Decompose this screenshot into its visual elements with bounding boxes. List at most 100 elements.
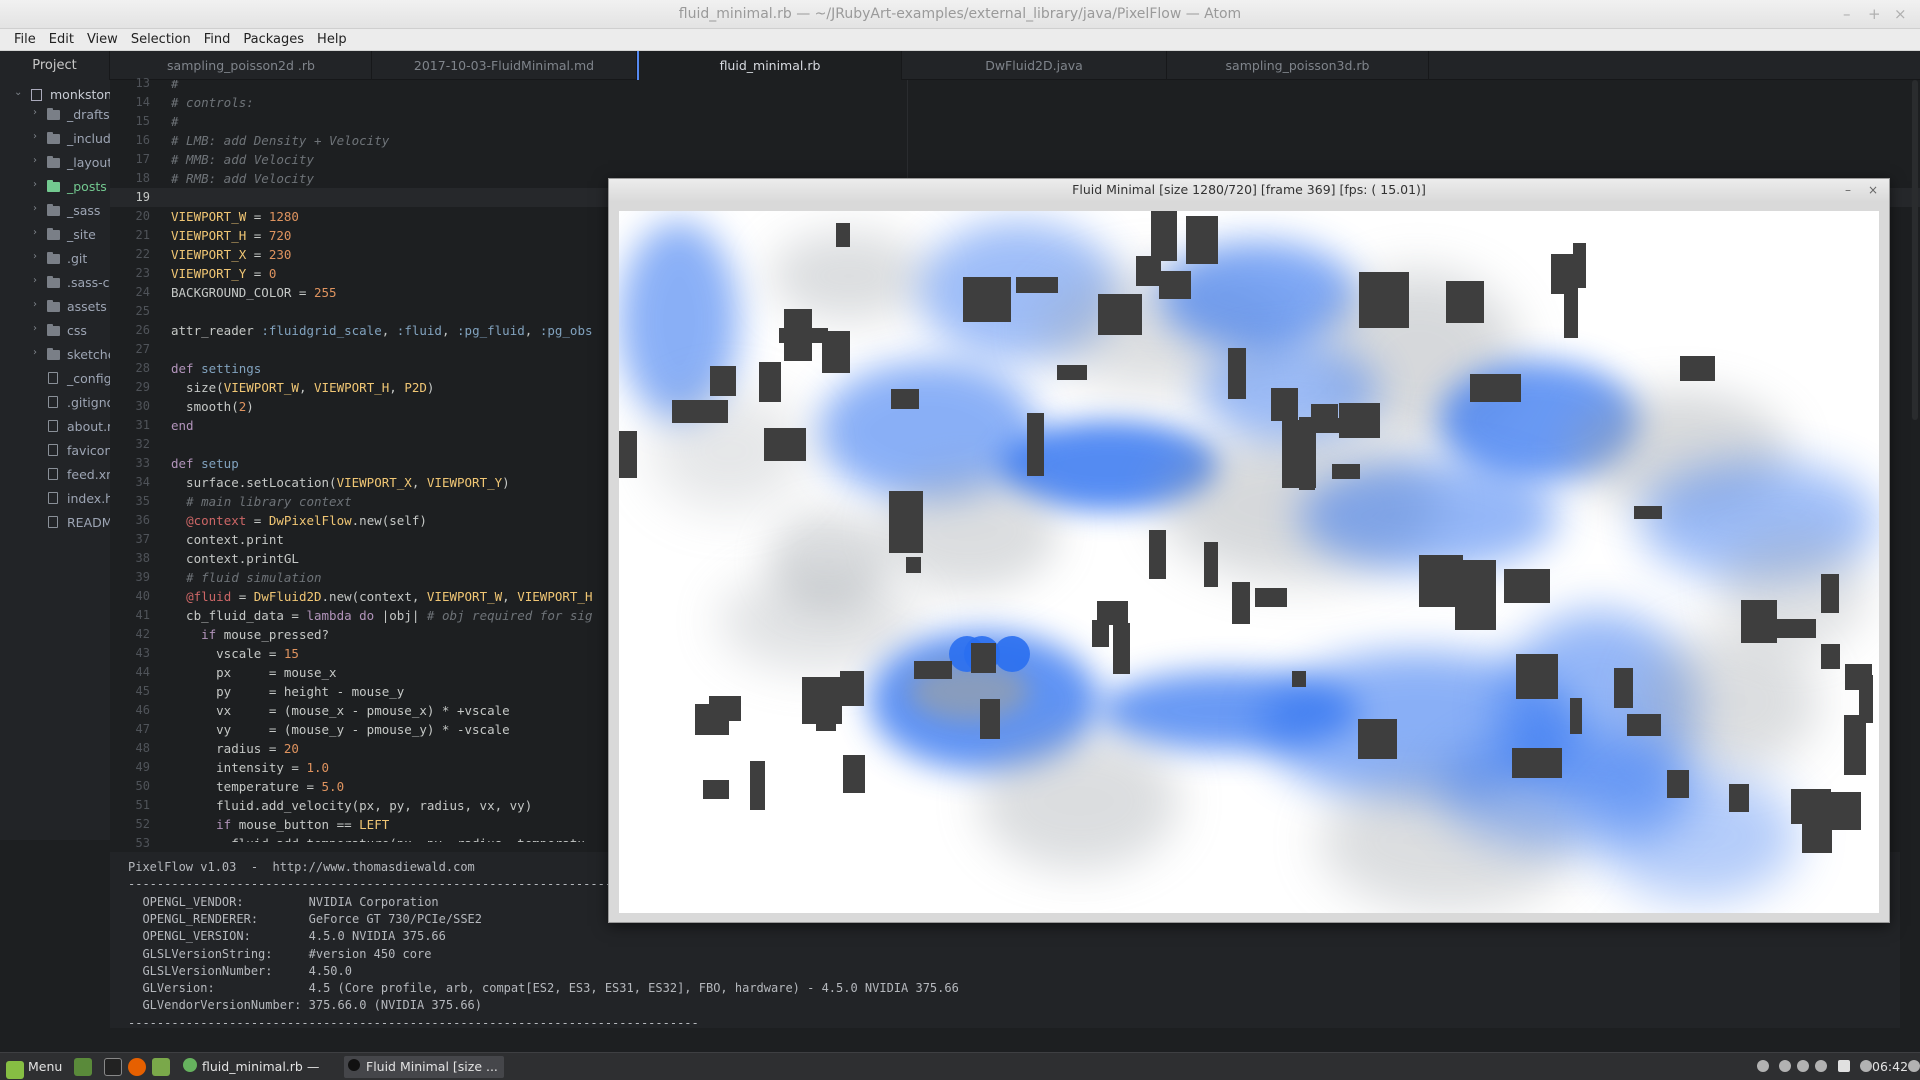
obstacle-rect	[891, 389, 919, 409]
menu-help[interactable]: Help	[317, 32, 347, 47]
clock[interactable]: 06:42	[1872, 1056, 1908, 1078]
obstacle-rect	[703, 780, 729, 799]
code-line: if mouse_button == LEFT	[216, 817, 390, 832]
menu-edit[interactable]: Edit	[49, 32, 74, 47]
tree-item[interactable]: READM	[0, 512, 110, 534]
fluid-canvas[interactable]	[619, 211, 1879, 913]
obstacle-rect	[1282, 420, 1316, 488]
tab-fluid-minimal-rb[interactable]: fluid_minimal.rb	[637, 51, 902, 80]
taskbar-sketch-window[interactable]: Fluid Minimal [size ...	[344, 1056, 504, 1078]
line-number: 35	[135, 494, 150, 508]
close-button[interactable]: ×	[1894, 0, 1907, 29]
folder-icon	[47, 180, 60, 192]
obstacle-rect	[1204, 542, 1218, 587]
battery-icon[interactable]	[1860, 1060, 1872, 1072]
line-number: 44	[135, 665, 150, 679]
tab-project[interactable]: Project	[0, 51, 110, 80]
sketch-title: Fluid Minimal [size 1280/720] [frame 369…	[1072, 182, 1426, 197]
firefox-icon[interactable]	[128, 1058, 146, 1076]
code-line: intensity = 1.0	[171, 760, 330, 775]
line-number: 32	[135, 437, 150, 451]
tab-sampling-poisson3d[interactable]: sampling_poisson3d.rb	[1167, 51, 1429, 80]
tree-item[interactable]: › _includ	[0, 128, 110, 150]
obstacle-rect	[1470, 374, 1521, 402]
chevron-right-icon: ›	[33, 299, 37, 310]
tree-item-label: _posts	[67, 179, 107, 194]
display-icon[interactable]	[1908, 1060, 1920, 1072]
obstacle-rect	[1446, 281, 1484, 323]
code-line: py = height - mouse_y	[171, 684, 405, 699]
smoke-blob	[1599, 771, 1799, 901]
tree-item[interactable]: _config	[0, 368, 110, 390]
line-number: 34	[135, 475, 150, 489]
sketch-close-button[interactable]: ×	[1868, 179, 1878, 201]
code-line: vx = (mouse_x - pmouse_x) * +vscale	[171, 703, 510, 718]
obstacle-rect	[1802, 820, 1832, 853]
tab-fluid-minimal-md[interactable]: 2017-10-03-FluidMinimal.md	[372, 51, 637, 80]
code-line: smooth(2)	[171, 399, 254, 414]
tree-item[interactable]: › assets	[0, 296, 110, 318]
tree-item[interactable]: › css	[0, 320, 110, 342]
tree-item[interactable]: › _posts	[0, 176, 110, 198]
editor-scrollbar[interactable]	[1912, 80, 1918, 420]
chevron-right-icon: ›	[33, 107, 37, 118]
tree-item[interactable]: › .git	[0, 248, 110, 270]
tree-item[interactable]: feed.xn	[0, 464, 110, 486]
tree-item[interactable]: › _drafts	[0, 104, 110, 126]
tree-item[interactable]: › sketche	[0, 344, 110, 366]
user-icon[interactable]	[1757, 1060, 1769, 1072]
show-desktop-icon[interactable]	[74, 1058, 92, 1076]
line-number: 30	[135, 399, 150, 413]
obstacle-rect	[709, 696, 741, 721]
folder-icon	[47, 300, 60, 312]
line-number: 14	[135, 95, 150, 109]
menu-packages[interactable]: Packages	[243, 32, 304, 47]
menu-view[interactable]: View	[87, 32, 118, 47]
maximize-button[interactable]: +	[1868, 0, 1881, 29]
mint-logo-icon	[6, 1061, 24, 1079]
volume-icon[interactable]	[1797, 1060, 1809, 1072]
sketch-minimize-button[interactable]: –	[1845, 179, 1851, 201]
tree-root[interactable]: ⌄ monkstone	[0, 84, 110, 106]
menu-find[interactable]: Find	[204, 32, 231, 47]
tree-item-label: favicon	[67, 443, 110, 458]
code-line: # RMB: add Velocity	[171, 171, 314, 186]
tree-item[interactable]: › _layout	[0, 152, 110, 174]
code-line: cb_fluid_data = lambda do |obj| # obj re…	[171, 608, 593, 623]
tree-item[interactable]: › .sass-ca	[0, 272, 110, 294]
obstacle-rect	[1327, 418, 1377, 433]
taskbar-atom-window[interactable]: fluid_minimal.rb — ~...	[180, 1056, 340, 1078]
chevron-right-icon: ›	[33, 251, 37, 262]
line-number: 29	[135, 380, 150, 394]
obstacle-rect	[1741, 600, 1777, 643]
terminal-icon[interactable]	[104, 1058, 122, 1076]
tab-sampling-poisson2d[interactable]: sampling_poisson2d .rb	[111, 51, 372, 80]
tree-item-label: _config	[67, 371, 110, 386]
project-tree: ⌄ monkstone › _drafts › _includ › _layout › _po…	[0, 80, 110, 840]
tab-dwfluid2d-java[interactable]: DwFluid2D.java	[902, 51, 1167, 80]
file-icon	[48, 444, 58, 456]
tree-item[interactable]: about.r	[0, 416, 110, 438]
brightness-icon[interactable]	[1815, 1060, 1827, 1072]
folder-icon	[47, 108, 60, 120]
tree-item[interactable]: › _site	[0, 224, 110, 246]
tree-item[interactable]: index.h	[0, 488, 110, 510]
code-line: VIEWPORT_Y = 0	[171, 266, 277, 281]
tree-item[interactable]: favicon	[0, 440, 110, 462]
chevron-right-icon: ›	[33, 179, 37, 190]
files-icon[interactable]	[152, 1058, 170, 1076]
folder-icon	[47, 252, 60, 264]
tree-item[interactable]: › _sass	[0, 200, 110, 222]
shield-icon[interactable]	[1838, 1060, 1850, 1072]
pen-icon[interactable]	[1779, 1060, 1791, 1072]
code-line: VIEWPORT_X = 230	[171, 247, 292, 262]
tree-item[interactable]: .gitigno	[0, 392, 110, 414]
folder-icon	[47, 132, 60, 144]
file-icon	[48, 396, 58, 408]
folder-icon	[47, 276, 60, 288]
menu-selection[interactable]: Selection	[131, 32, 191, 47]
sketch-window[interactable]: Fluid Minimal [size 1280/720] [frame 369…	[608, 178, 1890, 923]
minimize-button[interactable]: –	[1843, 0, 1851, 29]
menu-file[interactable]: File	[14, 32, 36, 47]
code-line: context.print	[171, 532, 284, 547]
